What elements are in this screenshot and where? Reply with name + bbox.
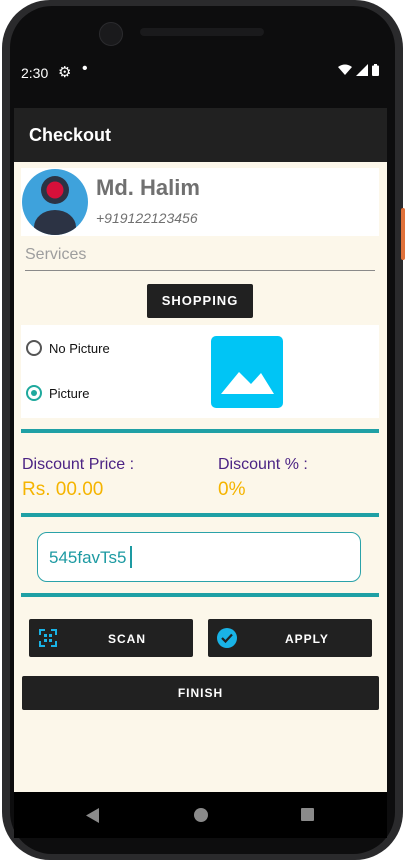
discount-percent-label: Discount % : — [218, 456, 308, 473]
services-field[interactable]: Services — [25, 246, 375, 271]
text-cursor — [130, 546, 132, 568]
battery-icon — [372, 64, 379, 76]
profile-card: Md. Halim +919122123456 — [21, 168, 379, 236]
home-icon[interactable] — [194, 808, 208, 822]
coupon-code-input[interactable]: 545favTs5 — [37, 532, 361, 582]
radio-picture-circle[interactable] — [26, 385, 42, 401]
discount-percent-value: 0% — [218, 479, 246, 500]
checkout-content: Md. Halim +919122123456 Services SHOPPIN… — [14, 162, 387, 792]
status-time: 2:30 — [21, 65, 49, 81]
phone-frame: 2:30 ⚙ • Checkout Md. Halim +91912212345… — [0, 0, 405, 862]
discount-price-value: Rs. 00.00 — [22, 479, 104, 500]
dot-icon: • — [82, 60, 88, 77]
front-camera — [99, 22, 123, 46]
radio-picture-label: Picture — [49, 385, 90, 401]
app-bar: Checkout — [14, 108, 387, 162]
wifi-icon — [338, 64, 352, 75]
back-icon[interactable] — [86, 808, 100, 823]
radio-picture[interactable]: Picture — [26, 385, 89, 401]
check-circle-icon — [217, 628, 237, 648]
recents-icon[interactable] — [301, 808, 314, 821]
finish-button[interactable]: FINISH — [22, 676, 379, 710]
user-avatar-icon — [22, 169, 88, 235]
page-title: Checkout — [29, 125, 112, 145]
scan-button[interactable]: SCAN — [29, 619, 193, 657]
coupon-code-text: 545favTs5 — [49, 548, 127, 567]
qr-scan-icon — [39, 629, 57, 647]
radio-no-picture[interactable]: No Picture — [26, 340, 110, 356]
divider-top — [21, 429, 379, 433]
system-nav-bar — [14, 792, 387, 838]
discount-price-label: Discount Price : — [22, 456, 135, 473]
shopping-button[interactable]: SHOPPING — [147, 284, 253, 318]
radio-no-picture-label: No Picture — [49, 340, 110, 356]
picture-options-card: No Picture Picture — [21, 325, 379, 418]
earpiece-speaker — [140, 28, 264, 36]
status-right-icons — [338, 64, 379, 76]
apply-button-label: APPLY — [285, 632, 329, 646]
apply-button[interactable]: APPLY — [208, 619, 372, 657]
divider-bottom — [21, 593, 379, 597]
customer-name: Md. Halim — [96, 175, 200, 200]
radio-no-picture-circle[interactable] — [26, 340, 42, 356]
power-button — [401, 208, 405, 260]
customer-phone: +919122123456 — [96, 210, 198, 226]
image-placeholder-icon[interactable] — [211, 336, 283, 408]
divider-middle — [21, 513, 379, 517]
status-bar: 2:30 ⚙ • — [14, 58, 387, 88]
signal-icon — [356, 64, 368, 76]
scan-button-label: SCAN — [108, 632, 147, 646]
services-placeholder: Services — [25, 246, 87, 263]
gear-icon: ⚙ — [58, 64, 72, 81]
